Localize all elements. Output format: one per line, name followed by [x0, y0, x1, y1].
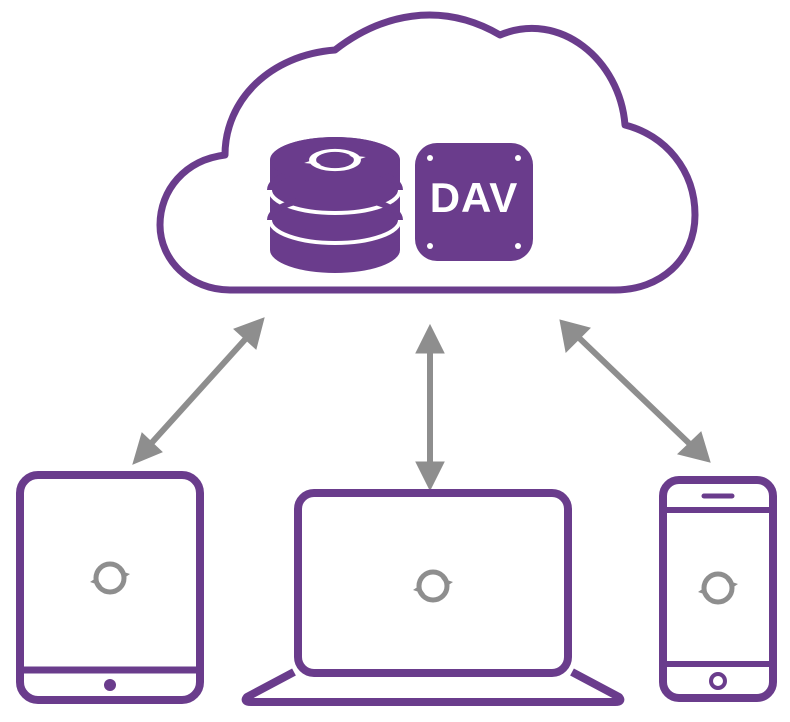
laptop-icon [246, 493, 621, 702]
sync-icon [413, 572, 453, 600]
sync-arrow-center [416, 325, 444, 490]
sync-icon [698, 574, 738, 602]
phone-icon [663, 480, 773, 698]
tablet-icon [20, 475, 200, 700]
architecture-diagram: DAV [0, 0, 790, 722]
diagram-svg [0, 0, 790, 722]
sync-arrow-right [560, 320, 710, 462]
database-icon [270, 137, 400, 273]
dav-label: DAV [415, 174, 533, 222]
sync-icon [90, 564, 130, 592]
sync-arrow-left [133, 318, 264, 464]
